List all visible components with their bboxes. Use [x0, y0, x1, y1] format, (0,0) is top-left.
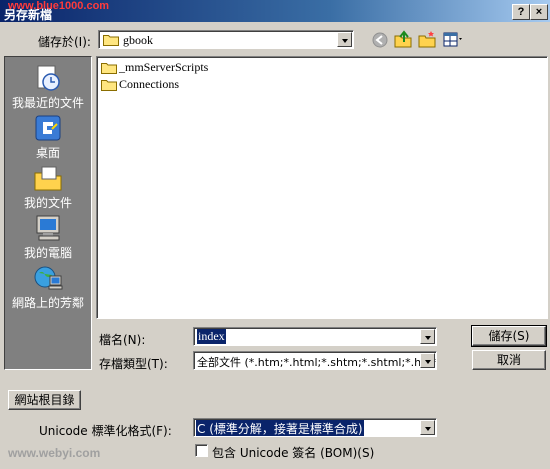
place-label: 我最近的文件: [11, 96, 84, 110]
place-label: 桌面: [35, 146, 60, 160]
bom-checkbox[interactable]: [195, 444, 208, 457]
filetype-value: 全部文件 (*.htm;*.html;*.shtm;*.shtml;*.hts;…: [197, 356, 437, 369]
help-button[interactable]: ?: [512, 4, 530, 20]
chevron-down-icon[interactable]: [420, 329, 435, 344]
unicode-label: Unicode 標準化格式(F):: [39, 424, 172, 438]
folder-icon: [101, 62, 117, 74]
close-button[interactable]: ×: [530, 4, 548, 20]
folder-icon: [101, 79, 117, 91]
unicode-value: C (標準分解，接著是標準合成): [196, 420, 364, 436]
watermark-top: www.blue1000.com: [8, 0, 110, 12]
file-list[interactable]: _mmServerScripts Connections: [96, 56, 548, 319]
filetype-label: 存檔類型(T):: [99, 357, 168, 371]
recent-documents-icon: [37, 65, 60, 91]
view-menu-icon[interactable]: [443, 32, 465, 48]
list-item[interactable]: Connections: [101, 76, 179, 92]
title-bar[interactable]: 另存新檔 www.blue1000.com ? ×: [0, 0, 550, 22]
save-in-value: gbook: [123, 33, 153, 47]
site-root-button[interactable]: 網站根目錄: [8, 390, 81, 410]
place-label: 我的文件: [23, 196, 72, 210]
unicode-select[interactable]: C (標準分解，接著是標準合成): [193, 418, 437, 437]
place-my-computer[interactable]: 我的電腦: [5, 213, 91, 261]
filename-input[interactable]: index: [193, 327, 437, 346]
place-network-places[interactable]: 網路上的芳鄰: [5, 263, 91, 311]
back-icon[interactable]: [372, 32, 388, 48]
file-name: _mmServerScripts: [119, 59, 209, 74]
save-in-label: 儲存於(I):: [38, 35, 91, 49]
chevron-down-icon[interactable]: [420, 353, 435, 368]
bom-label: 包含 Unicode 簽名 (BOM)(S): [212, 446, 375, 460]
place-desktop[interactable]: 桌面: [5, 113, 91, 161]
file-name: Connections: [119, 76, 179, 91]
filename-value: index: [197, 329, 226, 344]
places-bar: 我最近的文件 桌面 我的文件 我的電腦 網路上的芳鄰: [4, 56, 92, 370]
chevron-down-icon[interactable]: [420, 420, 435, 435]
desktop-icon: [35, 115, 61, 141]
save-button[interactable]: 儲存(S): [471, 325, 547, 347]
up-folder-icon[interactable]: [394, 30, 412, 48]
watermark-bottom: www.webyi.com: [8, 446, 101, 460]
place-label: 我的電腦: [23, 246, 72, 260]
my-computer-icon: [36, 215, 60, 241]
filename-label: 檔名(N):: [99, 333, 146, 347]
filetype-select[interactable]: 全部文件 (*.htm;*.html;*.shtm;*.shtml;*.hts;…: [193, 351, 437, 370]
place-label: 網路上的芳鄰: [11, 296, 84, 310]
folder-icon: [103, 35, 119, 46]
save-in-dropdown[interactable]: gbook: [98, 30, 354, 49]
list-item[interactable]: _mmServerScripts: [101, 59, 208, 75]
network-places-icon: [34, 266, 63, 290]
my-documents-icon: [34, 166, 62, 191]
chevron-down-icon[interactable]: [337, 32, 352, 47]
new-folder-icon[interactable]: [418, 30, 436, 48]
place-my-documents[interactable]: 我的文件: [5, 163, 91, 211]
cancel-button[interactable]: 取消: [472, 350, 546, 370]
place-recent-documents[interactable]: 我最近的文件: [5, 63, 91, 111]
